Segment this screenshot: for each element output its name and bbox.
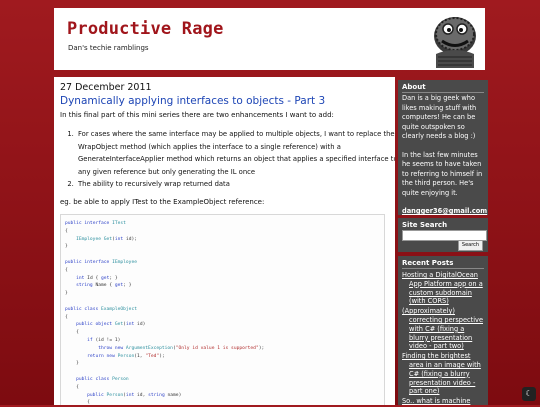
code-line: return new Person(1, "Ted");: [87, 353, 165, 359]
code-line: throw new ArgumentException("Only id val…: [98, 345, 265, 351]
code-line: public interface IEmployee: [65, 260, 137, 265]
code-block: public interface ITest { IEmployee Get(in…: [60, 214, 385, 405]
list-item: The ability to recursively wrap returned…: [76, 178, 376, 191]
enhancement-list: For cases where the same interface may b…: [64, 128, 395, 191]
about-text: Dan is a big geek who likes making stuff…: [402, 94, 487, 217]
recent-post-link[interactable]: (Approximately) correcting perspective w…: [402, 307, 484, 351]
code-line: public class ExampleObject: [65, 306, 137, 312]
code-line: string Name { get; }: [76, 283, 132, 289]
post-date: 27 December 2011: [60, 82, 152, 93]
about-paragraph: In the last few minutes he seems to have…: [402, 150, 483, 197]
recent-post-link[interactable]: Finding the brightest area in an image w…: [402, 352, 484, 396]
code-line: if (id != 1): [87, 338, 121, 343]
divider: [402, 92, 484, 93]
about-panel: About Dan is a big geek who likes making…: [398, 80, 488, 215]
recent-posts-heading: Recent Posts: [402, 259, 454, 267]
moon-icon[interactable]: ☾: [522, 387, 536, 401]
code-line: public Person(int id, string name): [87, 392, 182, 398]
list-item-line: The ability to recursively wrap returned…: [78, 180, 230, 188]
code-line: {: [65, 330, 79, 336]
list-item-line: WrapObject method (which applies the int…: [78, 142, 341, 151]
example-text: eg. be able to apply ITest to the Exampl…: [60, 198, 265, 206]
about-heading: About: [402, 83, 426, 91]
about-paragraph: Dan is a big geek who likes making stuff…: [402, 94, 477, 140]
site-header: Productive Rage Dan's techie ramblings: [54, 8, 485, 70]
site-title[interactable]: Productive Rage: [67, 19, 224, 39]
code-line: public interface ITest: [65, 221, 126, 226]
recent-posts-list: Hosting a DigitalOcean App Platform app …: [402, 271, 484, 407]
code-line: {: [65, 400, 90, 405]
search-button[interactable]: Search: [458, 240, 483, 251]
code-line: IEmployee Get(int id);: [76, 236, 138, 242]
list-item: For cases where the same interface may b…: [76, 128, 395, 178]
oscar-grouch-logo-icon[interactable]: [428, 10, 482, 68]
code-line: {: [65, 228, 68, 234]
code-line: public class Person: [76, 377, 129, 382]
code-line: {: [65, 267, 68, 273]
code-line: public object Get(int id): [76, 322, 146, 328]
code-line: {: [65, 314, 68, 320]
site-tagline: Dan's techie ramblings: [68, 44, 149, 52]
list-item-line: any given reference but only generating …: [78, 167, 256, 176]
code-line: }: [65, 291, 68, 297]
recent-post-link[interactable]: Hosting a DigitalOcean App Platform app …: [402, 271, 484, 306]
post-title-link[interactable]: Dynamically applying interfaces to objec…: [60, 95, 325, 107]
code-line: {: [65, 384, 79, 390]
search-heading: Site Search: [402, 221, 448, 229]
list-item-line: For cases where the same interface may b…: [78, 130, 395, 138]
post-intro: In this final part of this mini series t…: [60, 111, 334, 119]
code-line: }: [65, 361, 79, 367]
email-link[interactable]: dangger36@gmail.com: [402, 207, 487, 215]
code-line: }: [65, 244, 68, 250]
main-content: 27 December 2011 Dynamically applying in…: [54, 77, 395, 405]
divider: [402, 268, 484, 269]
list-item-line: GenerateInterfaceApplier method which re…: [78, 155, 395, 163]
code-line: int Id { get; }: [76, 275, 118, 281]
